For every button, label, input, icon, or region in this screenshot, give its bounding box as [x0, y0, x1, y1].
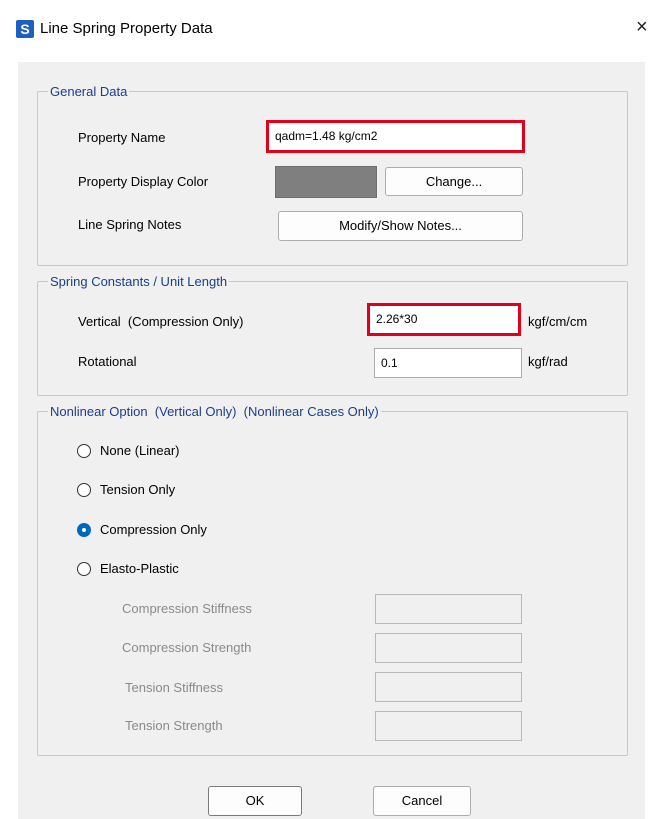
rotational-spring-input[interactable]: 0.1	[374, 348, 522, 378]
radio-compression-only-button[interactable]	[77, 523, 91, 537]
general-data-legend: General Data	[50, 84, 128, 99]
rotational-unit: kgf/rad	[528, 354, 568, 369]
tension-stiffness-input[interactable]	[375, 672, 522, 702]
tension-strength-label: Tension Strength	[125, 718, 223, 733]
property-display-color-label: Property Display Color	[78, 174, 209, 189]
radio-elasto-plastic-button[interactable]	[77, 562, 91, 576]
change-color-button[interactable]: Change...	[385, 167, 523, 196]
radio-none-linear-label: None (Linear)	[100, 443, 180, 458]
radio-tension-only-label: Tension Only	[100, 482, 176, 497]
compression-stiffness-input[interactable]	[375, 594, 522, 624]
title-bar: S Line Spring Property Data ×	[0, 0, 664, 62]
rotational-label: Rotational	[78, 354, 137, 369]
compression-stiffness-label: Compression Stiffness	[122, 601, 252, 616]
cancel-button[interactable]: Cancel	[373, 786, 471, 816]
app-icon: S	[16, 20, 34, 38]
nonlinear-option-legend: Nonlinear Option (Vertical Only) (Nonlin…	[50, 404, 379, 419]
radio-elasto-plastic-label: Elasto-Plastic	[100, 561, 179, 576]
modify-show-notes-button[interactable]: Modify/Show Notes...	[278, 211, 523, 241]
tension-stiffness-label: Tension Stiffness	[125, 680, 224, 695]
vertical-label: Vertical (Compression Only)	[78, 314, 244, 329]
vertical-spring-input[interactable]: 2.26*30	[367, 303, 521, 336]
dialog-body: General Data Property Name qadm=1.48 kg/…	[18, 62, 645, 819]
radio-tension-only-button[interactable]	[77, 483, 91, 497]
spring-constants-group: Spring Constants / Unit Length	[37, 274, 628, 396]
tension-strength-input[interactable]	[375, 711, 522, 741]
property-name-label: Property Name	[78, 130, 166, 145]
vertical-unit: kgf/cm/cm	[528, 314, 588, 329]
window-title: Line Spring Property Data	[40, 20, 213, 37]
line-spring-notes-label: Line Spring Notes	[78, 217, 182, 232]
spring-constants-legend: Spring Constants / Unit Length	[50, 274, 228, 289]
radio-none-linear-button[interactable]	[77, 444, 91, 458]
radio-compression-only-label: Compression Only	[100, 522, 207, 537]
property-name-input[interactable]: qadm=1.48 kg/cm2	[266, 120, 525, 153]
color-swatch	[275, 166, 377, 198]
close-icon[interactable]: ×	[636, 16, 648, 39]
compression-strength-label: Compression Strength	[122, 640, 252, 655]
ok-button[interactable]: OK	[208, 786, 302, 816]
compression-strength-input[interactable]	[375, 633, 522, 663]
